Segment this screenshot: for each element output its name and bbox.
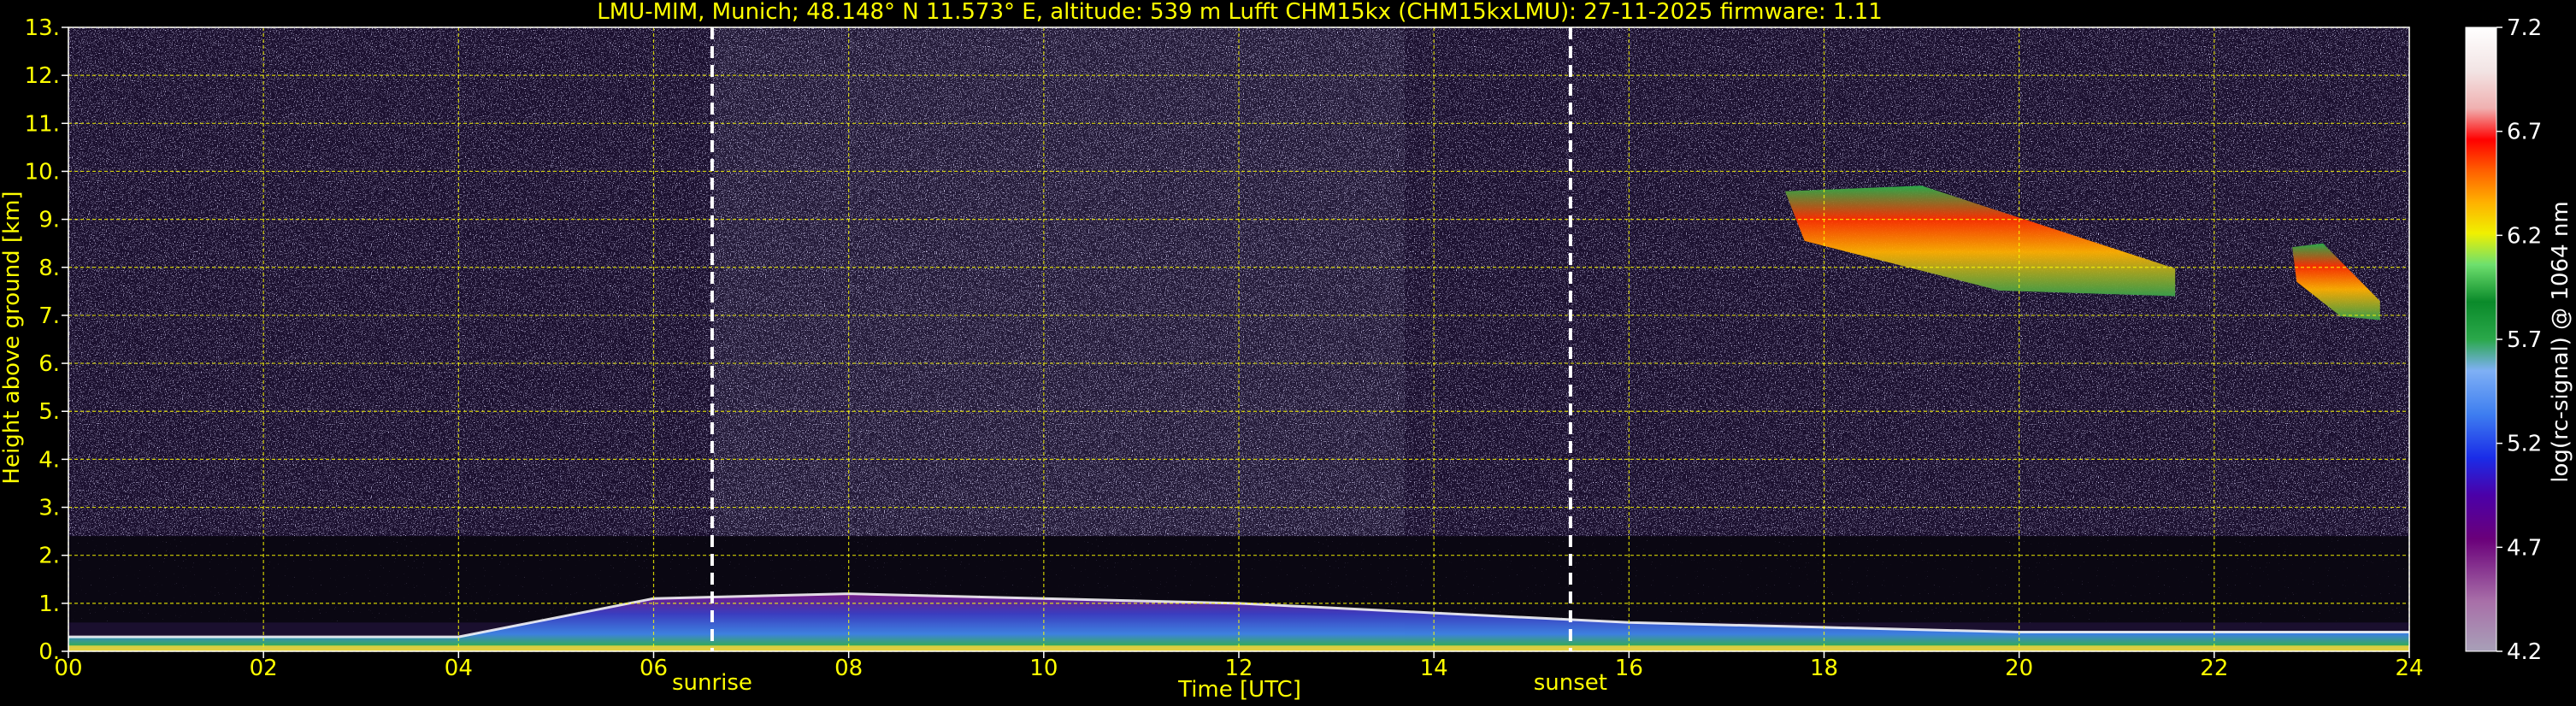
x-tick-label: 16 (1615, 656, 1643, 681)
y-tick-label: 5. (38, 399, 60, 425)
colorbar-tick-label: 4.7 (2507, 535, 2542, 561)
colorbar-scale (2465, 26, 2497, 652)
x-tick-label: 02 (250, 656, 278, 681)
chart-title: LMU-MIM, Munich; 48.148° N 11.573° E, al… (597, 0, 1882, 25)
colorbar: 4.2 4.7 5.2 5.7 6.2 6.7 7.2 (2465, 15, 2542, 665)
y-tick-label: 8. (38, 256, 60, 281)
x-axis-label: Time [UTC] (1177, 677, 1301, 703)
y-tick-label: 3. (38, 496, 60, 521)
y-tick-label: 6. (38, 351, 60, 377)
x-tick-label: 18 (1810, 656, 1838, 681)
y-tick-label: 4. (38, 447, 60, 473)
colorbar-tick-label: 6.2 (2507, 223, 2542, 249)
y-tick-label: 2. (38, 544, 60, 569)
y-tick-label: 13. (25, 15, 60, 41)
sunset-label: sunset (1534, 670, 1607, 696)
y-axis-ticks: 0.1.2.3.4.5.6.7.8.9.10.11.12.13. (25, 15, 68, 665)
sunrise-label: sunrise (672, 670, 752, 696)
colorbar-tick-label: 5.2 (2507, 432, 2542, 457)
colorbar-label: log(rc-signal) @ 1064 nm (2548, 201, 2573, 482)
x-tick-label: 04 (445, 656, 473, 681)
x-tick-label: 10 (1029, 656, 1058, 681)
y-tick-label: 1. (38, 591, 60, 617)
x-tick-label: 14 (1420, 656, 1448, 681)
y-tick-label: 9. (38, 208, 60, 233)
y-axis-label: Height above ground [km] (0, 191, 25, 484)
x-tick-label: 20 (2005, 656, 2033, 681)
colorbar-tick-label: 4.2 (2507, 639, 2542, 665)
ceilometer-figure: sunrise sunset 0. 1. 2. 3. 4. 5. 6. 7. 8. 9. 10. 11.… (0, 0, 2576, 706)
y-tick-label: 12. (25, 63, 60, 89)
x-tick-label: 24 (2395, 656, 2423, 681)
colorbar-tick-label: 6.7 (2507, 120, 2542, 145)
colorbar-tick-label: 5.7 (2507, 327, 2542, 353)
x-tick-label: 06 (640, 656, 668, 681)
x-tick-label: 08 (834, 656, 863, 681)
y-tick-label: 7. (38, 303, 60, 329)
chart-svg: sunrise sunset 0.1.2.3.4.5.6.7.8.9.10.11.… (0, 0, 2573, 703)
y-tick-label: 11. (25, 111, 60, 137)
colorbar-tick-label: 7.2 (2507, 15, 2542, 41)
x-tick-label: 00 (54, 656, 82, 681)
y-tick-label: 10. (25, 159, 60, 185)
x-tick-label: 22 (2200, 656, 2228, 681)
daytime-noise (711, 27, 1405, 589)
